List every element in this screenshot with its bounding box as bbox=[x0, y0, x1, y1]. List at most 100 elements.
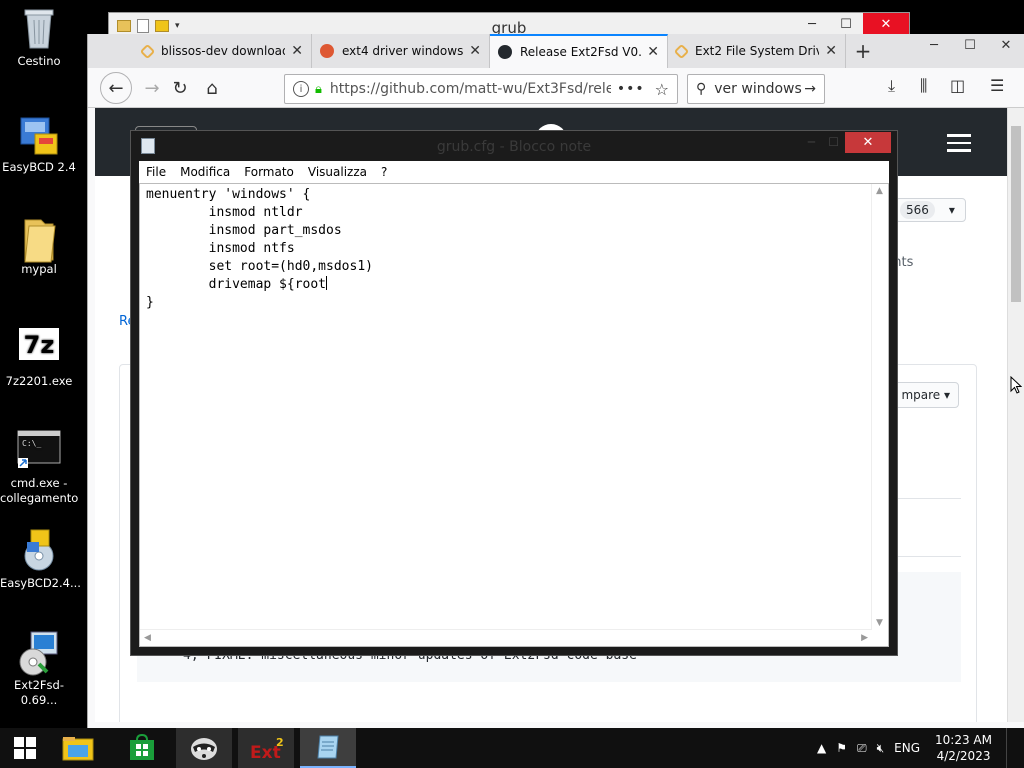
scroll-down-icon[interactable]: ▼ bbox=[876, 618, 883, 628]
language-indicator[interactable]: ENG bbox=[894, 741, 920, 755]
scroll-up-icon[interactable]: ▲ bbox=[876, 186, 883, 196]
file-explorer-icon bbox=[62, 737, 94, 761]
sourceforge-icon bbox=[673, 43, 690, 59]
search-bar[interactable]: ⚲ ver windows → bbox=[687, 74, 825, 104]
page-scrollbar[interactable] bbox=[1007, 108, 1024, 722]
menu-help[interactable]: ? bbox=[374, 165, 394, 179]
notepad-window[interactable]: grub.cfg - Blocco note ─ ☐ ✕ File Modifi… bbox=[130, 130, 898, 656]
tab-ext2-driver[interactable]: Ext2 File System Driver ✕ bbox=[668, 34, 846, 68]
taskbar-ext2fsd[interactable]: Ext 2 bbox=[238, 728, 294, 768]
desktop-icon-label: cmd.exe - collegamento bbox=[0, 476, 79, 505]
reload-button[interactable]: ↻ bbox=[166, 74, 194, 102]
desktop-icon-label: Cestino bbox=[17, 54, 61, 68]
desktop-icon-easybcd[interactable]: EasyBCD 2.4 bbox=[0, 112, 78, 175]
tab-label: Release Ext2Fsd V0.69 bbox=[520, 45, 641, 59]
show-desktop-button[interactable] bbox=[1006, 728, 1024, 768]
tab-ext4-search[interactable]: ext4 driver windows sc ✕ bbox=[312, 34, 490, 68]
desktop-icon-label: Ext2Fsd-0.69... bbox=[14, 678, 64, 707]
search-go-icon[interactable]: → bbox=[804, 81, 816, 97]
tab-blissos[interactable]: blissos-dev download ✕ bbox=[134, 34, 312, 68]
notepad-titlebar[interactable]: grub.cfg - Blocco note ─ ☐ ✕ bbox=[131, 131, 897, 161]
editor-line: insmod ntldr bbox=[146, 205, 303, 220]
star-counter[interactable]: 566 ▾ bbox=[895, 198, 966, 222]
installer-icon bbox=[17, 528, 61, 572]
show-hidden-icons-icon[interactable]: ▲ bbox=[817, 741, 826, 755]
menu-view[interactable]: Visualizza bbox=[301, 165, 374, 179]
clock[interactable]: 10:23 AM 4/2/2023 bbox=[935, 732, 992, 764]
raccoon-browser-icon bbox=[191, 738, 217, 760]
desktop-icon-recycle-bin[interactable]: Cestino bbox=[0, 6, 78, 69]
compare-label: mpare bbox=[901, 388, 941, 402]
duckduckgo-icon bbox=[320, 44, 334, 58]
editor-line: drivemap ${root bbox=[146, 277, 327, 292]
library-icon[interactable]: ⫼ bbox=[920, 76, 927, 96]
start-button[interactable] bbox=[0, 728, 50, 768]
taskbar: Ext 2 ▲ ⚑ ⎚ 🔇︎ ENG 10:23 AM 4/2/2023 bbox=[0, 728, 1024, 768]
editor-content[interactable]: menuentry 'windows' { insmod ntldr insmo… bbox=[146, 186, 373, 312]
forward-button[interactable]: → bbox=[138, 74, 166, 102]
minimize-button[interactable]: ─ bbox=[916, 34, 952, 56]
desktop-icon-ext2fsd-installer[interactable]: Ext2Fsd-0.69... bbox=[0, 630, 78, 708]
sidebar-icon[interactable]: ◫ bbox=[950, 76, 965, 95]
close-button[interactable]: ✕ bbox=[988, 34, 1024, 56]
text-editor[interactable]: menuentry 'windows' { insmod ntldr insmo… bbox=[139, 183, 889, 647]
recycle-bin-icon bbox=[17, 6, 61, 50]
scroll-left-icon[interactable]: ◀ bbox=[144, 633, 151, 643]
close-tab-icon[interactable]: ✕ bbox=[825, 43, 837, 59]
home-button[interactable]: ⌂ bbox=[198, 74, 226, 102]
window-title: grub.cfg - Blocco note bbox=[436, 139, 592, 155]
close-button[interactable]: ✕ bbox=[863, 13, 909, 35]
close-tab-icon[interactable]: ✕ bbox=[469, 43, 481, 59]
window-controls: ─ ☐ ✕ bbox=[916, 34, 1024, 56]
horizontal-scrollbar[interactable]: ◀ ▶ bbox=[140, 629, 872, 646]
info-icon[interactable]: i bbox=[293, 81, 309, 97]
desktop-icon-label: EasyBCD 2.4 bbox=[2, 160, 76, 174]
windows-logo-icon bbox=[14, 737, 36, 759]
desktop-icon-7zip[interactable]: 7z 7z2201.exe bbox=[0, 326, 78, 389]
text-caret bbox=[326, 276, 328, 290]
menu-format[interactable]: Formato bbox=[237, 165, 301, 179]
desktop-icon-cmd[interactable]: C:\_ cmd.exe - collegamento bbox=[0, 428, 78, 506]
taskbar-firefox[interactable] bbox=[176, 728, 232, 768]
page-actions-icon[interactable]: ••• bbox=[617, 81, 645, 97]
minimize-button[interactable]: ─ bbox=[808, 135, 815, 149]
clock-time: 10:23 AM bbox=[935, 733, 992, 747]
menu-icon[interactable]: ☰ bbox=[990, 76, 1004, 95]
network-icon[interactable]: ⎚ bbox=[857, 741, 867, 756]
desktop-icon-label: 7z2201.exe bbox=[5, 374, 73, 388]
desktop-icon-mypal[interactable]: mypal bbox=[0, 214, 78, 277]
tab-release-ext2fsd[interactable]: Release Ext2Fsd V0.69 ✕ bbox=[490, 34, 668, 68]
desktop-icon-label: EasyBCD2.4... bbox=[0, 576, 81, 590]
close-tab-icon[interactable]: ✕ bbox=[291, 43, 303, 59]
chevron-down-icon[interactable]: ▾ bbox=[939, 203, 965, 217]
search-input[interactable]: ver windows bbox=[714, 81, 802, 97]
close-button[interactable]: ✕ bbox=[845, 132, 891, 153]
desktop-icon-easybcd-installer[interactable]: EasyBCD2.4... bbox=[0, 528, 81, 591]
menu-edit[interactable]: Modifica bbox=[173, 165, 237, 179]
bookmark-star-icon[interactable]: ☆ bbox=[655, 80, 669, 99]
minimize-button[interactable]: ─ bbox=[795, 13, 829, 35]
close-tab-icon[interactable]: ✕ bbox=[647, 44, 659, 60]
window-controls: ─ ☐ ✕ bbox=[795, 13, 909, 35]
vertical-scrollbar[interactable]: ▲ ▼ bbox=[871, 184, 888, 630]
mouse-cursor-icon bbox=[1010, 375, 1023, 397]
maximize-button[interactable]: ☐ bbox=[828, 135, 839, 149]
easybcd-icon bbox=[17, 112, 61, 156]
menu-file[interactable]: File bbox=[139, 165, 173, 179]
scroll-right-icon[interactable]: ▶ bbox=[861, 633, 868, 643]
volume-muted-icon[interactable]: 🔇︎ bbox=[877, 741, 885, 756]
taskbar-notepad[interactable] bbox=[300, 728, 356, 768]
taskbar-store[interactable] bbox=[114, 728, 170, 768]
hamburger-menu-icon[interactable] bbox=[947, 134, 971, 157]
download-icon[interactable]: ⤓ bbox=[888, 76, 895, 96]
flag-icon[interactable]: ⚑ bbox=[836, 741, 847, 755]
scrollbar-thumb[interactable] bbox=[1011, 126, 1021, 302]
back-button[interactable]: ← bbox=[100, 72, 132, 104]
taskbar-file-explorer[interactable] bbox=[50, 728, 106, 768]
maximize-button[interactable]: ☐ bbox=[829, 13, 863, 35]
new-tab-button[interactable]: + bbox=[846, 34, 880, 68]
search-icon: ⚲ bbox=[696, 81, 707, 97]
maximize-button[interactable]: ☐ bbox=[952, 34, 988, 56]
url-bar[interactable]: i 🔒︎ https://github.com/matt-wu/Ext3Fsd/… bbox=[284, 74, 678, 104]
url-text[interactable]: https://github.com/matt-wu/Ext3Fsd/rele bbox=[330, 81, 611, 97]
